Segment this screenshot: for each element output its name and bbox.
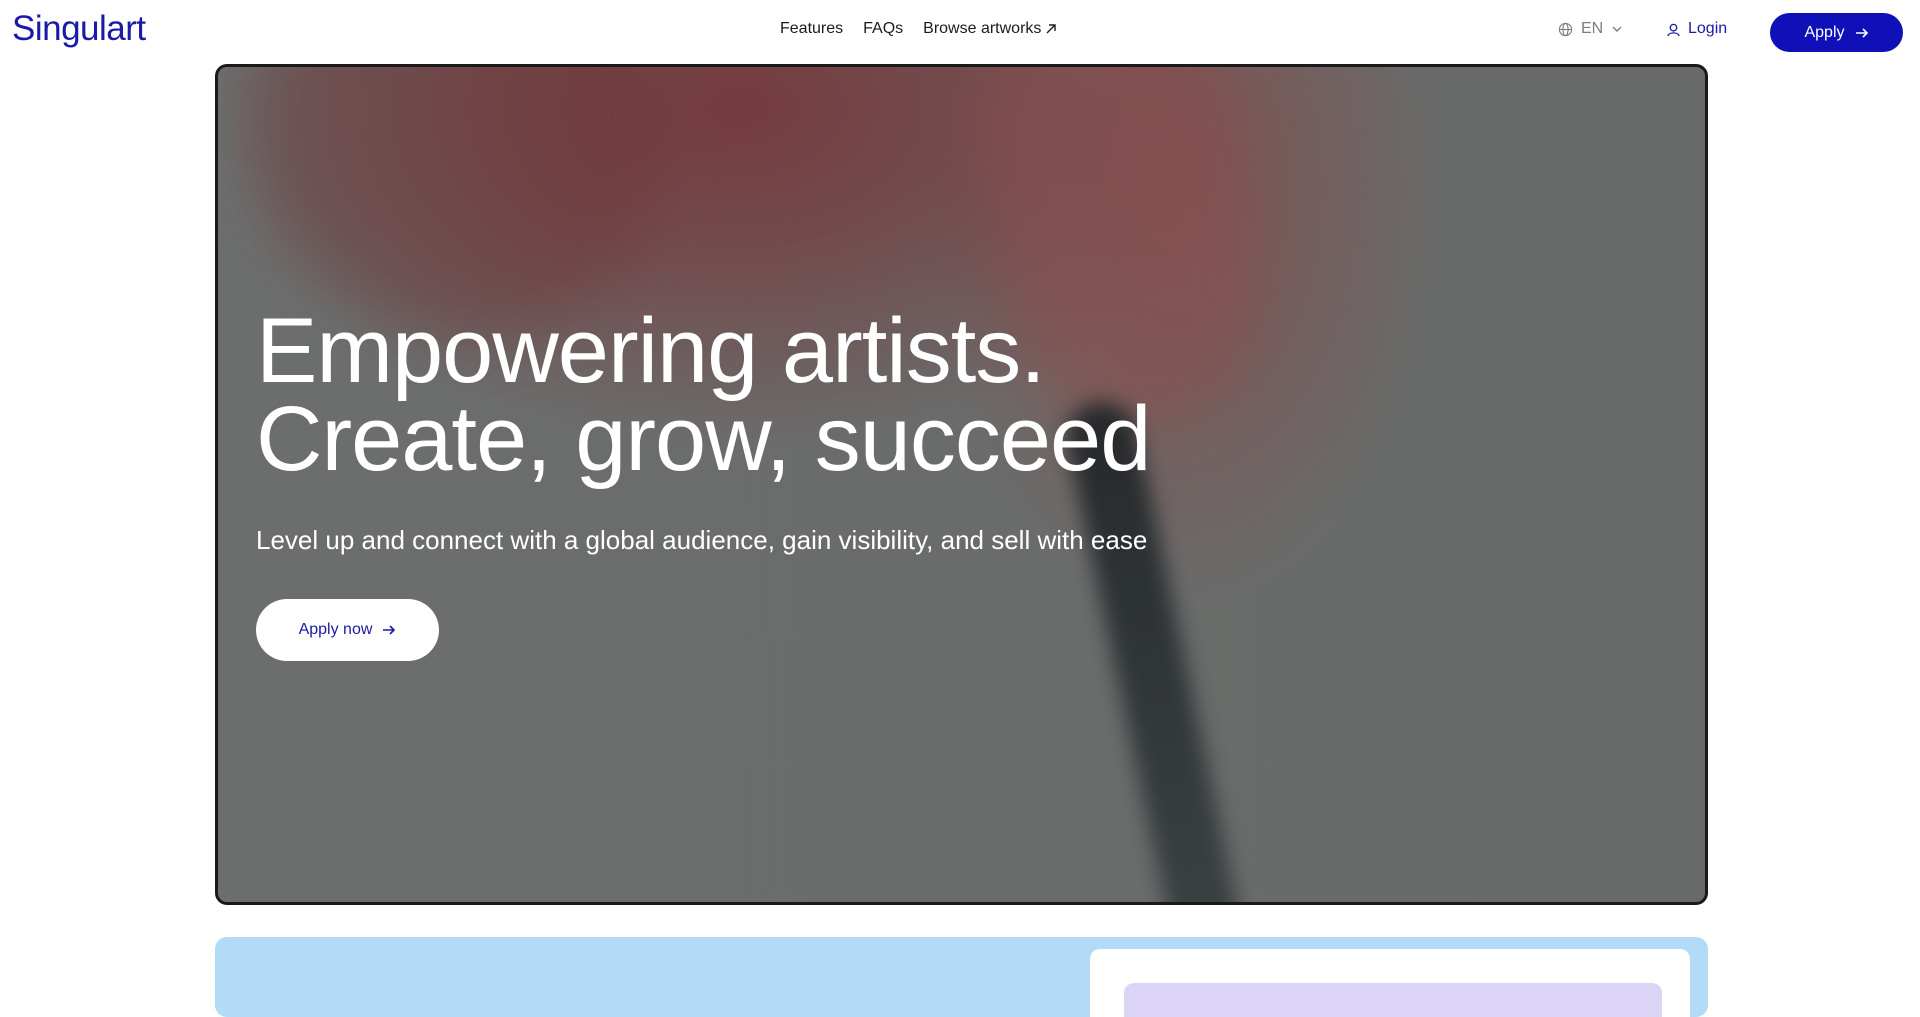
arrow-right-icon xyxy=(1855,26,1869,40)
nav-link-features[interactable]: Features xyxy=(780,20,843,38)
apply-now-label: Apply now xyxy=(298,621,373,638)
apply-label: Apply xyxy=(1804,23,1845,41)
main-nav: Features FAQs Browse artworks xyxy=(780,20,1057,38)
feature-card xyxy=(1090,949,1690,1017)
login-label: Login xyxy=(1688,20,1728,37)
globe-icon xyxy=(1558,22,1573,37)
hero-subtitle: Level up and connect with a global audie… xyxy=(256,525,1148,555)
arrow-right-icon xyxy=(382,623,396,637)
feature-card-media xyxy=(1124,983,1662,1017)
hero-title-line-1: Empowering artists. xyxy=(256,300,1046,402)
login-link[interactable]: Login xyxy=(1666,20,1727,38)
hero-title: Empowering artists. Create, grow, succee… xyxy=(256,300,1151,490)
nav-link-browse-artworks-label: Browse artworks xyxy=(923,20,1042,37)
apply-now-button[interactable]: Apply now xyxy=(256,599,439,661)
user-icon xyxy=(1666,22,1681,37)
language-code: EN xyxy=(1581,20,1604,37)
features-section-preview xyxy=(215,937,1708,1017)
apply-button[interactable]: Apply xyxy=(1770,13,1903,52)
hero-banner: Empowering artists. Create, grow, succee… xyxy=(215,64,1708,905)
nav-link-browse-artworks[interactable]: Browse artworks xyxy=(923,20,1057,38)
hero-title-line-2: Create, grow, succeed xyxy=(256,388,1151,490)
nav-link-faqs[interactable]: FAQs xyxy=(863,20,903,38)
nav-link-features-label: Features xyxy=(780,20,844,37)
external-link-icon xyxy=(1045,23,1057,35)
nav-link-faqs-label: FAQs xyxy=(863,20,904,37)
language-selector[interactable]: EN xyxy=(1558,20,1623,38)
chevron-down-icon xyxy=(1611,23,1623,35)
singulart-logo[interactable]: Singulart xyxy=(12,9,146,49)
top-navigation: Singulart Features FAQs Browse artworks … xyxy=(0,0,1920,64)
